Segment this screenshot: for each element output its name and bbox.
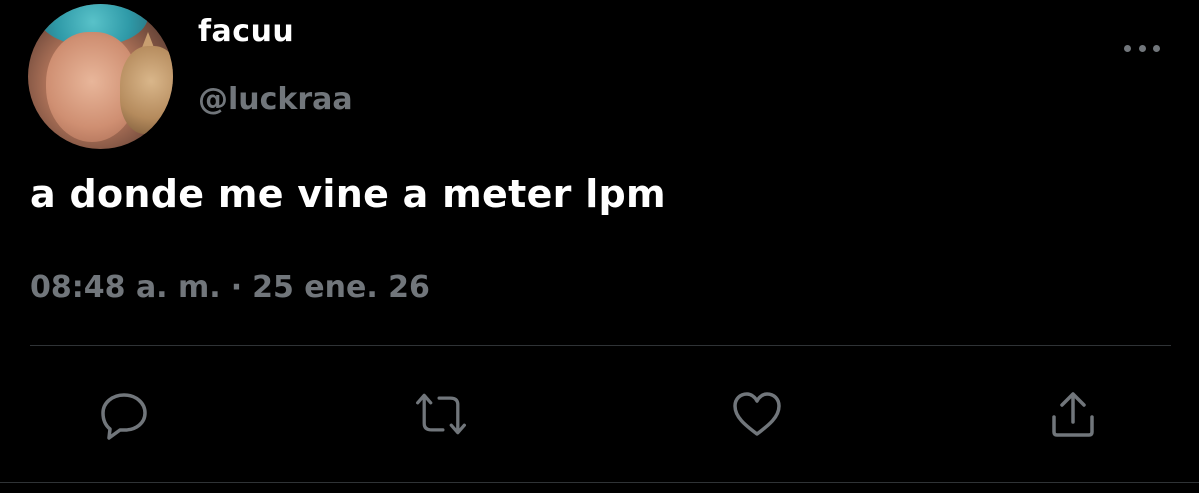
more-dot [1153,44,1160,52]
reply-icon [101,393,147,440]
avatar-dog [120,46,173,134]
meta-separator: · [230,270,243,305]
reply-button[interactable] [96,386,152,442]
more-dot [1138,44,1146,52]
retweet-button[interactable] [413,386,469,442]
retweet-icon [416,393,466,435]
author-handle[interactable]: @luckraa [198,82,353,117]
share-button[interactable] [1045,386,1101,442]
share-icon [1052,392,1094,437]
tweet-date: 25 ene. 26 [252,270,430,305]
bottom-divider [0,482,1199,483]
like-button[interactable] [729,386,785,442]
tweet-time: 08:48 a. m. [30,270,221,305]
tweet-text: a donde me vine a meter lpm [30,172,666,216]
tweet-timestamp[interactable]: 08:48 a. m. · 25 ene. 26 [30,270,430,305]
avatar[interactable] [28,4,173,149]
divider [30,345,1171,346]
heart-icon [733,392,781,436]
more-dot [1124,44,1131,52]
more-options-icon[interactable] [1124,36,1160,60]
author-display-name[interactable]: facuu [198,14,294,49]
